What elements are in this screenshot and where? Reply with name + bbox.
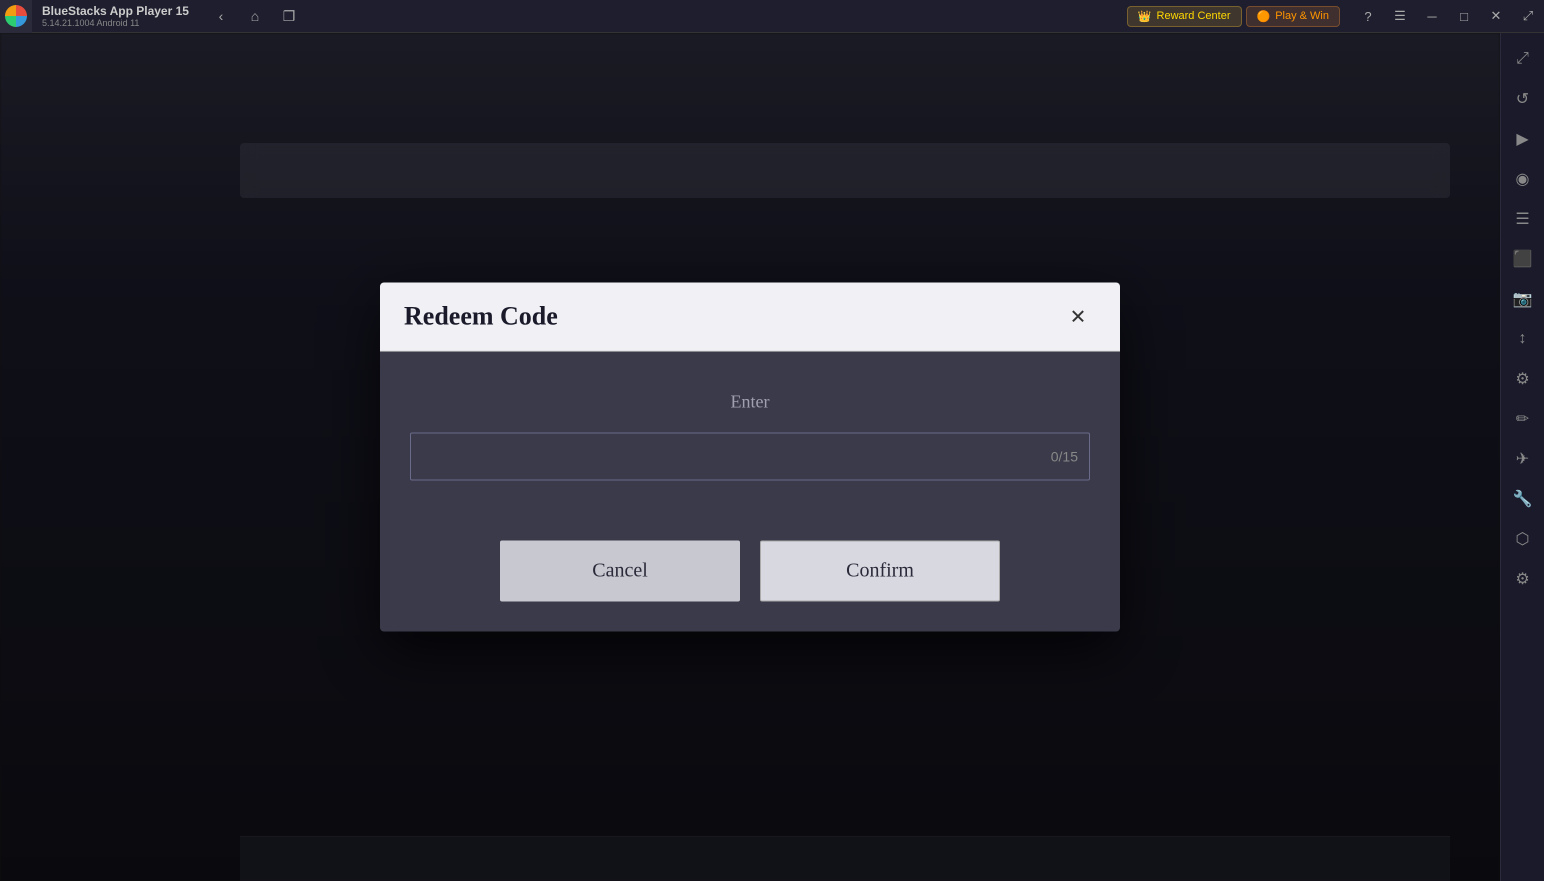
modal-header: Redeem Code ✕ xyxy=(380,283,1120,352)
sidebar-refresh-icon[interactable]: ↺ xyxy=(1505,81,1541,117)
dialog-backdrop: Redeem Code ✕ Enter 0/15 Cancel Confirm xyxy=(0,33,1500,881)
titlebar-right: 👑 Reward Center 🟠 Play & Win ? ☰ ─ □ ✕ ⤢ xyxy=(1127,0,1544,33)
reward-center-label: Reward Center xyxy=(1157,10,1231,22)
app-logo xyxy=(0,0,32,33)
app-info: BlueStacks App Player 15 5.14.21.1004 An… xyxy=(32,4,199,28)
redeem-code-input[interactable] xyxy=(410,433,1090,481)
sidebar-screen-icon[interactable]: ⬛ xyxy=(1505,241,1541,277)
sidebar-hexagon-icon[interactable]: ⬡ xyxy=(1505,521,1541,557)
titlebar: BlueStacks App Player 15 5.14.21.1004 An… xyxy=(0,0,1544,33)
help-button[interactable]: ? xyxy=(1352,0,1384,33)
sidebar-tools-icon[interactable]: 🔧 xyxy=(1505,481,1541,517)
modal-body: Enter 0/15 Cancel Confirm xyxy=(380,352,1120,632)
play-win-label: Play & Win xyxy=(1275,10,1329,22)
sidebar-record-icon[interactable]: ◉ xyxy=(1505,161,1541,197)
sidebar-edit-icon[interactable]: ✏ xyxy=(1505,401,1541,437)
menu-button[interactable]: ☰ xyxy=(1384,0,1416,33)
minimize-button[interactable]: ─ xyxy=(1416,0,1448,33)
reward-icon: 👑 xyxy=(1138,10,1152,23)
sidebar-gear-icon[interactable]: ⚙ xyxy=(1505,561,1541,597)
close-button[interactable]: ✕ xyxy=(1480,0,1512,33)
modal: Redeem Code ✕ Enter 0/15 Cancel Confirm xyxy=(380,283,1120,632)
input-counter: 0/15 xyxy=(1051,449,1078,465)
window-controls: ? ☰ ─ □ ✕ ⤢ xyxy=(1352,0,1544,33)
modal-close-icon: ✕ xyxy=(1070,304,1087,329)
sidebar-play-icon[interactable]: ▶ xyxy=(1505,121,1541,157)
maximize-button[interactable]: □ xyxy=(1448,0,1480,33)
code-input-wrapper: 0/15 xyxy=(410,433,1090,481)
nav-buttons: ‹ ⌂ ❐ xyxy=(199,2,311,30)
modal-title: Redeem Code xyxy=(404,302,558,332)
sidebar-resize-icon[interactable]: ↕ xyxy=(1505,321,1541,357)
main-area: Redeem Code ✕ Enter 0/15 Cancel Confirm xyxy=(0,33,1500,881)
cancel-button[interactable]: Cancel xyxy=(500,541,740,602)
app-version: 5.14.21.1004 Android 11 xyxy=(42,18,189,28)
back-button[interactable]: ‹ xyxy=(207,2,235,30)
copy-button[interactable]: ❐ xyxy=(275,2,303,30)
enter-label: Enter xyxy=(410,392,1090,413)
confirm-button[interactable]: Confirm xyxy=(760,541,1000,602)
reward-center-button[interactable]: 👑 Reward Center xyxy=(1127,6,1242,27)
expand-button[interactable]: ⤢ xyxy=(1512,0,1544,33)
app-name: BlueStacks App Player 15 xyxy=(42,4,189,18)
modal-close-button[interactable]: ✕ xyxy=(1060,299,1096,335)
right-sidebar: ⤢ ↺ ▶ ◉ ☰ ⬛ 📷 ↕ ⚙ ✏ ✈ 🔧 ⬡ ⚙ xyxy=(1500,33,1544,881)
sidebar-camera-icon[interactable]: 📷 xyxy=(1505,281,1541,317)
redeem-code-dialog: Redeem Code ✕ Enter 0/15 Cancel Confirm xyxy=(380,283,1120,632)
play-win-button[interactable]: 🟠 Play & Win xyxy=(1246,6,1341,27)
sidebar-airplane-icon[interactable]: ✈ xyxy=(1505,441,1541,477)
sidebar-menu-icon[interactable]: ☰ xyxy=(1505,201,1541,237)
home-button[interactable]: ⌂ xyxy=(241,2,269,30)
sidebar-settings-icon[interactable]: ⚙ xyxy=(1505,361,1541,397)
sidebar-expand-icon[interactable]: ⤢ xyxy=(1505,41,1541,77)
modal-footer: Cancel Confirm xyxy=(410,531,1090,602)
bluestacks-logo-icon xyxy=(5,5,27,27)
play-win-icon: 🟠 xyxy=(1257,10,1271,23)
